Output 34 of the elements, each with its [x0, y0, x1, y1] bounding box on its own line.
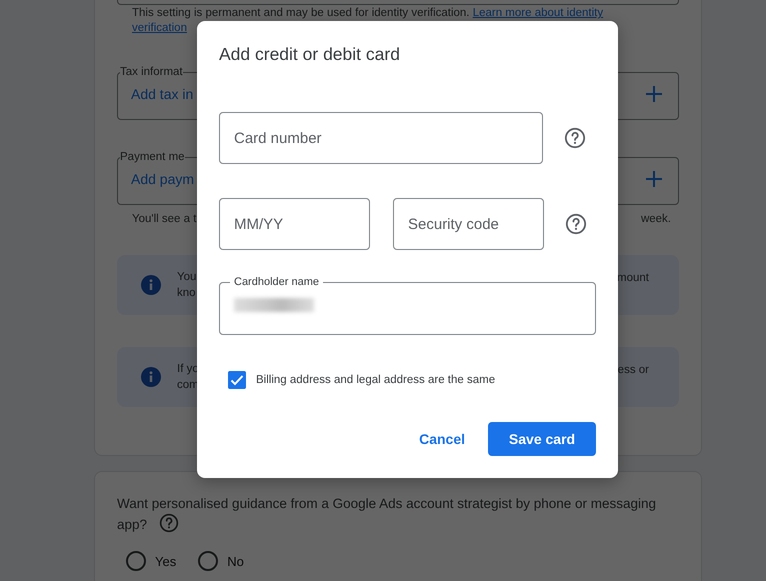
info-icon [141, 367, 161, 387]
learn-more-link[interactable]: verification [132, 22, 187, 34]
learn-more-link[interactable]: Learn more about identity [472, 7, 604, 19]
payment-note: week. [640, 213, 671, 225]
help-icon[interactable] [564, 127, 586, 149]
info-text: kno [177, 286, 196, 301]
cancel-button[interactable]: Cancel [407, 422, 477, 456]
radio-button[interactable] [126, 551, 146, 571]
info-text: ess or [618, 363, 649, 378]
help-icon[interactable] [159, 513, 180, 533]
section-legend: Tax informat [120, 66, 183, 78]
help-icon[interactable] [565, 213, 587, 235]
option-label: No [227, 554, 244, 568]
save-button[interactable]: Save card [488, 422, 596, 456]
info-text: mount [617, 271, 649, 286]
plus-icon[interactable] [645, 84, 663, 102]
info-icon [141, 275, 161, 295]
payment-note: You'll see a t [132, 213, 196, 225]
dialog-title: Add credit or debit card [219, 43, 401, 65]
field-label: Cardholder name [233, 275, 320, 289]
input-field[interactable]: Security code [393, 198, 544, 250]
radio-button[interactable] [198, 551, 218, 571]
input-field[interactable]: Card number [219, 112, 543, 164]
checkbox[interactable] [228, 371, 246, 389]
info-text: You [177, 270, 196, 285]
option-label: Yes [155, 554, 176, 568]
checkbox-label: Billing address and legal address are the same [256, 374, 496, 386]
input-field[interactable]: MM/YY [219, 198, 370, 250]
guidance-question: Want personalised guidance from a Google Ads account strategist by phone or messaging app? [117, 495, 658, 534]
add-link[interactable]: Add tax in [131, 86, 194, 102]
plus-icon[interactable] [645, 170, 663, 188]
input-field[interactable]: Cardholder name [219, 275, 596, 335]
section-legend: Payment me [120, 151, 185, 163]
add-link[interactable]: Add paym [131, 170, 194, 186]
